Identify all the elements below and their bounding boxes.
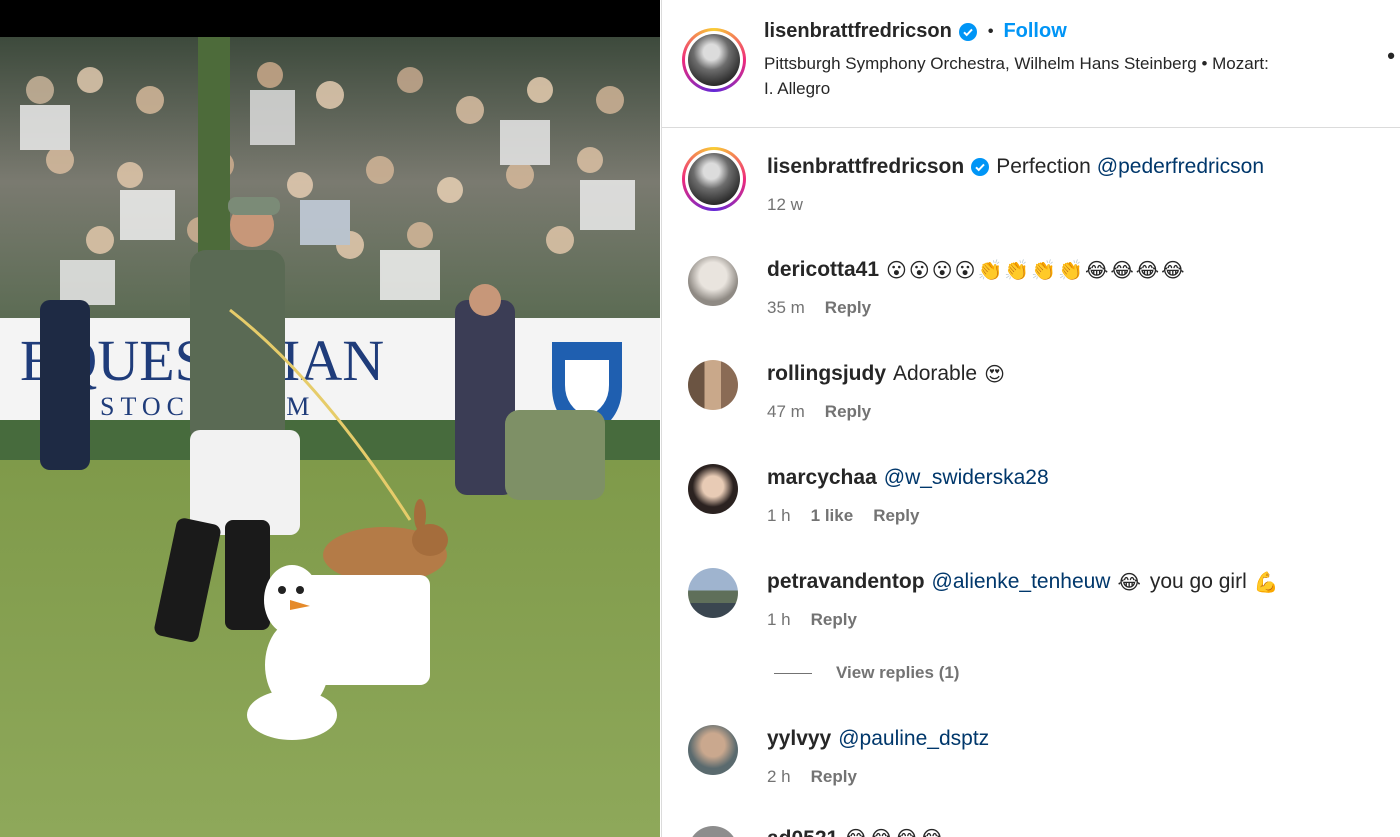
caption-username[interactable]: lisenbrattfredricson: [767, 155, 964, 179]
comment-likes[interactable]: 1 like: [811, 506, 854, 526]
commenter-avatar[interactable]: [688, 725, 738, 775]
comment-emojis: 😮😮😮😮👏👏👏👏😂😂😂😂: [886, 258, 1187, 282]
comment-item: rollingsjudy Adorable 😍 47 m Reply: [662, 360, 1400, 440]
audio-attribution[interactable]: Pittsburgh Symphony Orchestra, Wilhelm H…: [764, 51, 1374, 101]
comment-emojis: 😂😂😂😂: [844, 826, 945, 837]
reply-button[interactable]: Reply: [825, 298, 871, 318]
header-separator: •: [987, 22, 994, 40]
caption-author-avatar[interactable]: [682, 147, 746, 211]
commenter-avatar[interactable]: [688, 464, 738, 514]
comment-emojis: 😍: [984, 362, 1007, 386]
caption-timestamp: 12 w: [767, 195, 803, 214]
comment-item: yylvyy @pauline_dsptz 2 h Reply: [662, 725, 1400, 805]
view-replies-button[interactable]: View replies (1): [774, 663, 959, 683]
author-avatar[interactable]: [682, 28, 746, 92]
comment-mention[interactable]: @pauline_dsptz: [838, 727, 989, 751]
comment-timestamp: 2 h: [767, 767, 791, 786]
more-options-icon[interactable]: •: [1387, 45, 1395, 67]
post-media[interactable]: EQUESTRIAN STOCKHOLM: [0, 0, 660, 837]
verified-badge-icon: [971, 158, 990, 176]
comment-item: dericotta41 😮😮😮😮👏👏👏👏😂😂😂😂 35 m Reply: [662, 256, 1400, 336]
comment-username[interactable]: petravandentop: [767, 570, 925, 594]
follow-button[interactable]: Follow: [1003, 20, 1066, 43]
comment-text: you go girl: [1149, 570, 1247, 593]
comment-username[interactable]: yylvyy: [767, 727, 831, 751]
comment-emojis-end: 💪: [1253, 570, 1281, 594]
post-header: lisenbrattfredricson • Follow Pittsburgh…: [662, 0, 1400, 128]
commenter-avatar[interactable]: [688, 826, 738, 837]
comment-username[interactable]: ad0521: [767, 827, 838, 837]
partial-comment: ad0521 😂😂😂😂: [767, 826, 946, 837]
reply-button[interactable]: Reply: [811, 610, 857, 630]
post-caption: lisenbrattfredricson Perfection @pederfr…: [662, 145, 1400, 225]
comment-timestamp: 1 h: [767, 506, 791, 525]
commenter-avatar[interactable]: [688, 568, 738, 618]
caption-mention[interactable]: @pederfredricson: [1097, 155, 1264, 179]
comment-emojis: 😂: [1117, 570, 1143, 594]
replies-divider: [774, 672, 812, 674]
reply-button[interactable]: Reply: [811, 767, 857, 787]
comment-item: petravandentop @alienke_tenheuw 😂 you go…: [662, 568, 1400, 648]
view-replies-label: View replies (1): [836, 663, 960, 682]
comment-item: marcychaa @w_swiderska28 1 h 1 like Repl…: [662, 464, 1400, 544]
audio-line-1: Pittsburgh Symphony Orchestra, Wilhelm H…: [764, 54, 1269, 73]
comment-text: Adorable: [893, 362, 978, 385]
commenter-avatar[interactable]: [688, 360, 738, 410]
reply-button[interactable]: Reply: [873, 506, 919, 526]
comment-mention[interactable]: @w_swiderska28: [884, 466, 1049, 490]
author-username[interactable]: lisenbrattfredricson: [764, 20, 952, 43]
comment-username[interactable]: dericotta41: [767, 258, 879, 282]
comments-panel: lisenbrattfredricson • Follow Pittsburgh…: [661, 0, 1400, 837]
reply-button[interactable]: Reply: [825, 402, 871, 422]
commenter-avatar[interactable]: [688, 256, 738, 306]
comment-mention[interactable]: @alienke_tenheuw: [932, 570, 1111, 594]
audio-line-2: I. Allegro: [764, 79, 831, 98]
comment-timestamp: 1 h: [767, 610, 791, 629]
verified-badge-icon: [958, 22, 977, 41]
post-video-frame: EQUESTRIAN STOCKHOLM: [0, 0, 660, 837]
comment-username[interactable]: rollingsjudy: [767, 362, 886, 386]
caption-text: Perfection: [996, 155, 1091, 178]
comment-timestamp: 47 m: [767, 402, 805, 421]
comment-timestamp: 35 m: [767, 298, 805, 317]
comment-username[interactable]: marcychaa: [767, 466, 877, 490]
